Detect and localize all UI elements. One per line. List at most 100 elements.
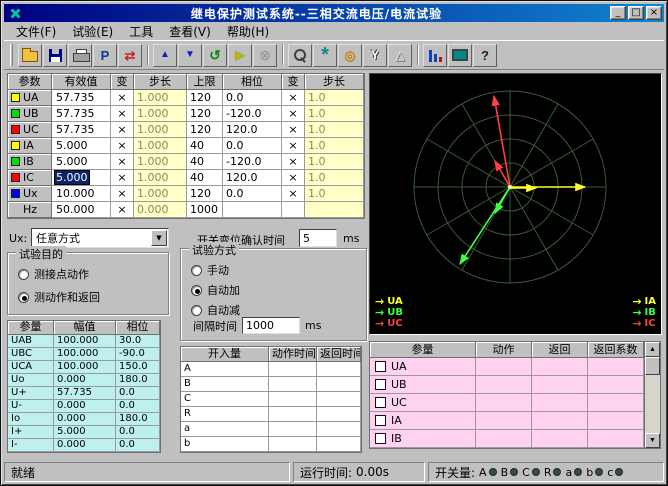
menu-item[interactable]: 工具 — [121, 22, 161, 41]
step-up-button[interactable] — [153, 44, 177, 67]
checkbox[interactable] — [375, 361, 386, 372]
vary-toggle-cell[interactable]: × — [111, 186, 134, 202]
scrollbar-thumb[interactable] — [645, 357, 660, 375]
vary-toggle-cell[interactable] — [282, 202, 305, 218]
phase-cell[interactable] — [223, 202, 282, 218]
delta-button[interactable] — [388, 44, 412, 67]
phase-cell[interactable]: -120.0 — [223, 106, 282, 122]
return-value-cell — [532, 430, 588, 448]
radio-option[interactable]: 自动加 — [191, 282, 240, 298]
checkbox[interactable] — [375, 397, 386, 408]
vary-toggle-cell[interactable]: × — [282, 90, 305, 106]
limit-cell[interactable]: 120 — [187, 186, 223, 202]
value-cell[interactable]: 5.000 — [52, 138, 111, 154]
close-button[interactable]: × — [646, 6, 662, 20]
checkbox[interactable] — [375, 415, 386, 426]
vary-toggle-cell[interactable]: × — [111, 90, 134, 106]
toolbar-handle[interactable] — [10, 44, 13, 66]
limit-cell[interactable]: 40 — [187, 170, 223, 186]
vary-toggle-cell[interactable]: × — [111, 138, 134, 154]
phase-cell[interactable]: 0.0 — [223, 186, 282, 202]
ux-mode-dropdown[interactable]: 任意方式 — [31, 228, 169, 248]
limit-cell[interactable]: 1000 — [187, 202, 223, 218]
radio-icon — [191, 305, 202, 316]
chevron-down-icon[interactable] — [151, 230, 167, 246]
return-coef-cell — [588, 394, 644, 412]
vary-toggle-cell[interactable]: × — [282, 170, 305, 186]
table-header-row: 参量幅值相位 — [8, 321, 160, 335]
center-button[interactable] — [313, 44, 337, 67]
limit-cell[interactable]: 120 — [187, 122, 223, 138]
phase-cell[interactable]: 0.0 — [223, 138, 282, 154]
vary-toggle-cell[interactable]: × — [111, 106, 134, 122]
title-bar[interactable]: 继电保护测试系统--三相交流电压/电流试验 _ □ × — [4, 4, 664, 22]
checkbox[interactable] — [375, 433, 386, 444]
reset-button[interactable] — [203, 44, 227, 67]
interval-time-input[interactable] — [242, 317, 300, 334]
step-down-button[interactable] — [178, 44, 202, 67]
step-cell: 1.0 — [305, 170, 364, 186]
radio-option[interactable]: 手动 — [191, 262, 240, 278]
phase-cell[interactable]: 0.0 — [223, 90, 282, 106]
phase-cell[interactable]: -120.0 — [223, 154, 282, 170]
radio-option[interactable]: 测动作和返回 — [18, 289, 100, 305]
radio-option[interactable]: 测接点动作 — [18, 266, 100, 282]
limit-cell[interactable]: 40 — [187, 138, 223, 154]
menu-item[interactable]: 试验(E) — [64, 22, 121, 41]
result-table-scrollbar[interactable] — [644, 342, 660, 448]
save-button[interactable] — [43, 44, 67, 67]
app-icon — [9, 7, 22, 20]
menu-item[interactable]: 查看(V) — [161, 22, 219, 41]
vary-toggle-cell[interactable]: × — [282, 186, 305, 202]
input-row: R — [181, 407, 361, 422]
print-button[interactable] — [68, 44, 92, 67]
start-button[interactable] — [228, 44, 252, 67]
vary-toggle-cell[interactable]: × — [282, 154, 305, 170]
value-cell[interactable]: 57.735 — [52, 106, 111, 122]
result-param-label: UA — [391, 360, 407, 373]
scrollbar-track[interactable] — [645, 357, 660, 433]
value-cell[interactable]: 57.735 — [52, 90, 111, 106]
column-header: 开入量 — [181, 347, 269, 362]
scroll-up-button[interactable] — [645, 342, 660, 357]
value-cell[interactable]: 50.000 — [52, 202, 111, 218]
checkbox[interactable] — [375, 379, 386, 390]
open-button[interactable] — [18, 44, 42, 67]
menu-item[interactable]: 文件(F) — [8, 22, 64, 41]
value-cell[interactable]: 10.000 — [52, 186, 111, 202]
zoom-button[interactable] — [288, 44, 312, 67]
switch-confirm-time-input[interactable] — [299, 229, 337, 247]
vary-toggle-cell[interactable]: × — [282, 138, 305, 154]
parameter-row: UA 57.735 × 1.000 120 0.0 × 1.0 — [8, 90, 364, 106]
wye-button[interactable] — [363, 44, 387, 67]
help-button[interactable] — [473, 44, 497, 67]
vary-toggle-cell[interactable]: × — [282, 122, 305, 138]
stop-button[interactable] — [253, 44, 277, 67]
menu-item[interactable]: 帮助(H) — [219, 22, 277, 41]
output-button[interactable] — [93, 44, 117, 67]
p-output-icon — [101, 49, 110, 62]
radio-option[interactable]: 自动减 — [191, 302, 240, 318]
phase-cell[interactable]: 120.0 — [223, 122, 282, 138]
monitor-button[interactable] — [448, 44, 472, 67]
maximize-button[interactable]: □ — [628, 6, 644, 20]
value-cell[interactable]: 5.000 — [52, 154, 111, 170]
value-cell[interactable]: 57.735 — [52, 122, 111, 138]
wiring-button[interactable] — [118, 44, 142, 67]
result-param-cell: UB — [370, 376, 476, 394]
circle-button[interactable] — [338, 44, 362, 67]
chart-button[interactable] — [423, 44, 447, 67]
scroll-down-button[interactable] — [645, 433, 660, 448]
vary-toggle-cell[interactable]: × — [111, 154, 134, 170]
vary-toggle-cell[interactable]: × — [111, 202, 134, 218]
phase-cell[interactable]: 120.0 — [223, 170, 282, 186]
runtime-label: 运行时间: — [300, 464, 352, 481]
limit-cell[interactable]: 40 — [187, 154, 223, 170]
limit-cell[interactable]: 120 — [187, 90, 223, 106]
minimize-button[interactable]: _ — [610, 6, 626, 20]
value-cell[interactable]: 5.000 — [52, 170, 111, 186]
limit-cell[interactable]: 120 — [187, 106, 223, 122]
vary-toggle-cell[interactable]: × — [282, 106, 305, 122]
vary-toggle-cell[interactable]: × — [111, 122, 134, 138]
vary-toggle-cell[interactable]: × — [111, 170, 134, 186]
